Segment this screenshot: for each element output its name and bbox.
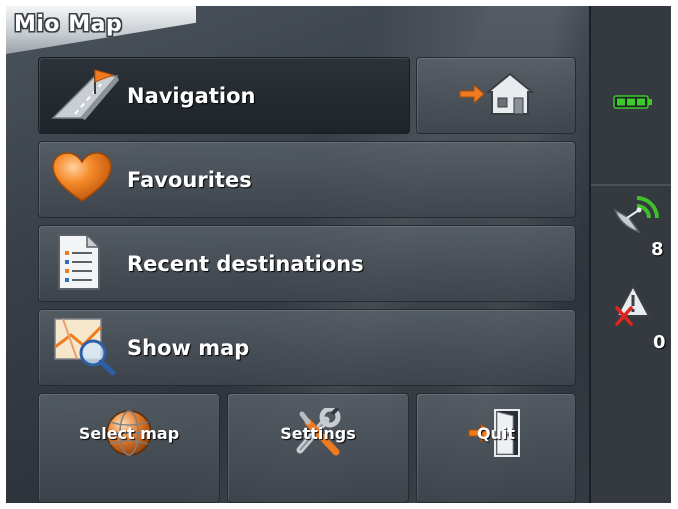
favourites-label: Favourites [127, 167, 252, 192]
navigation-flag-icon [51, 66, 121, 126]
heart-icon [51, 151, 113, 209]
status-separator [591, 184, 671, 186]
alert-count: 0 [653, 332, 666, 353]
select-map-button[interactable]: Select map [38, 393, 220, 503]
status-bar: 8 0 [589, 6, 671, 503]
quit-label: Quit [476, 424, 516, 443]
settings-label: Settings [280, 424, 356, 443]
list-icon [57, 232, 101, 295]
show-map-button[interactable]: Show map [38, 309, 576, 386]
satellite-icon[interactable] [611, 192, 659, 240]
navigation-label: Navigation [127, 83, 256, 108]
battery-icon [613, 94, 653, 113]
main-menu: Mio Map Navigation Favourites Recent des… [6, 6, 589, 503]
warning-icon[interactable] [615, 283, 655, 330]
map-magnifier-icon [53, 317, 117, 379]
select-map-label: Select map [78, 424, 180, 443]
navigation-button[interactable]: Navigation [38, 57, 410, 134]
settings-button[interactable]: Settings [227, 393, 409, 503]
show-map-label: Show map [127, 335, 250, 360]
satellite-count: 8 [651, 239, 664, 260]
go-home-button[interactable] [416, 57, 576, 134]
go-home-icon [454, 70, 538, 122]
recent-destinations-label: Recent destinations [127, 251, 364, 276]
favourites-button[interactable]: Favourites [38, 141, 576, 218]
app-title: Mio Map [14, 12, 123, 37]
recent-destinations-button[interactable]: Recent destinations [38, 225, 576, 302]
quit-button[interactable]: Quit [416, 393, 576, 503]
device-screen: Mio Map Navigation Favourites Recent des… [6, 6, 671, 503]
